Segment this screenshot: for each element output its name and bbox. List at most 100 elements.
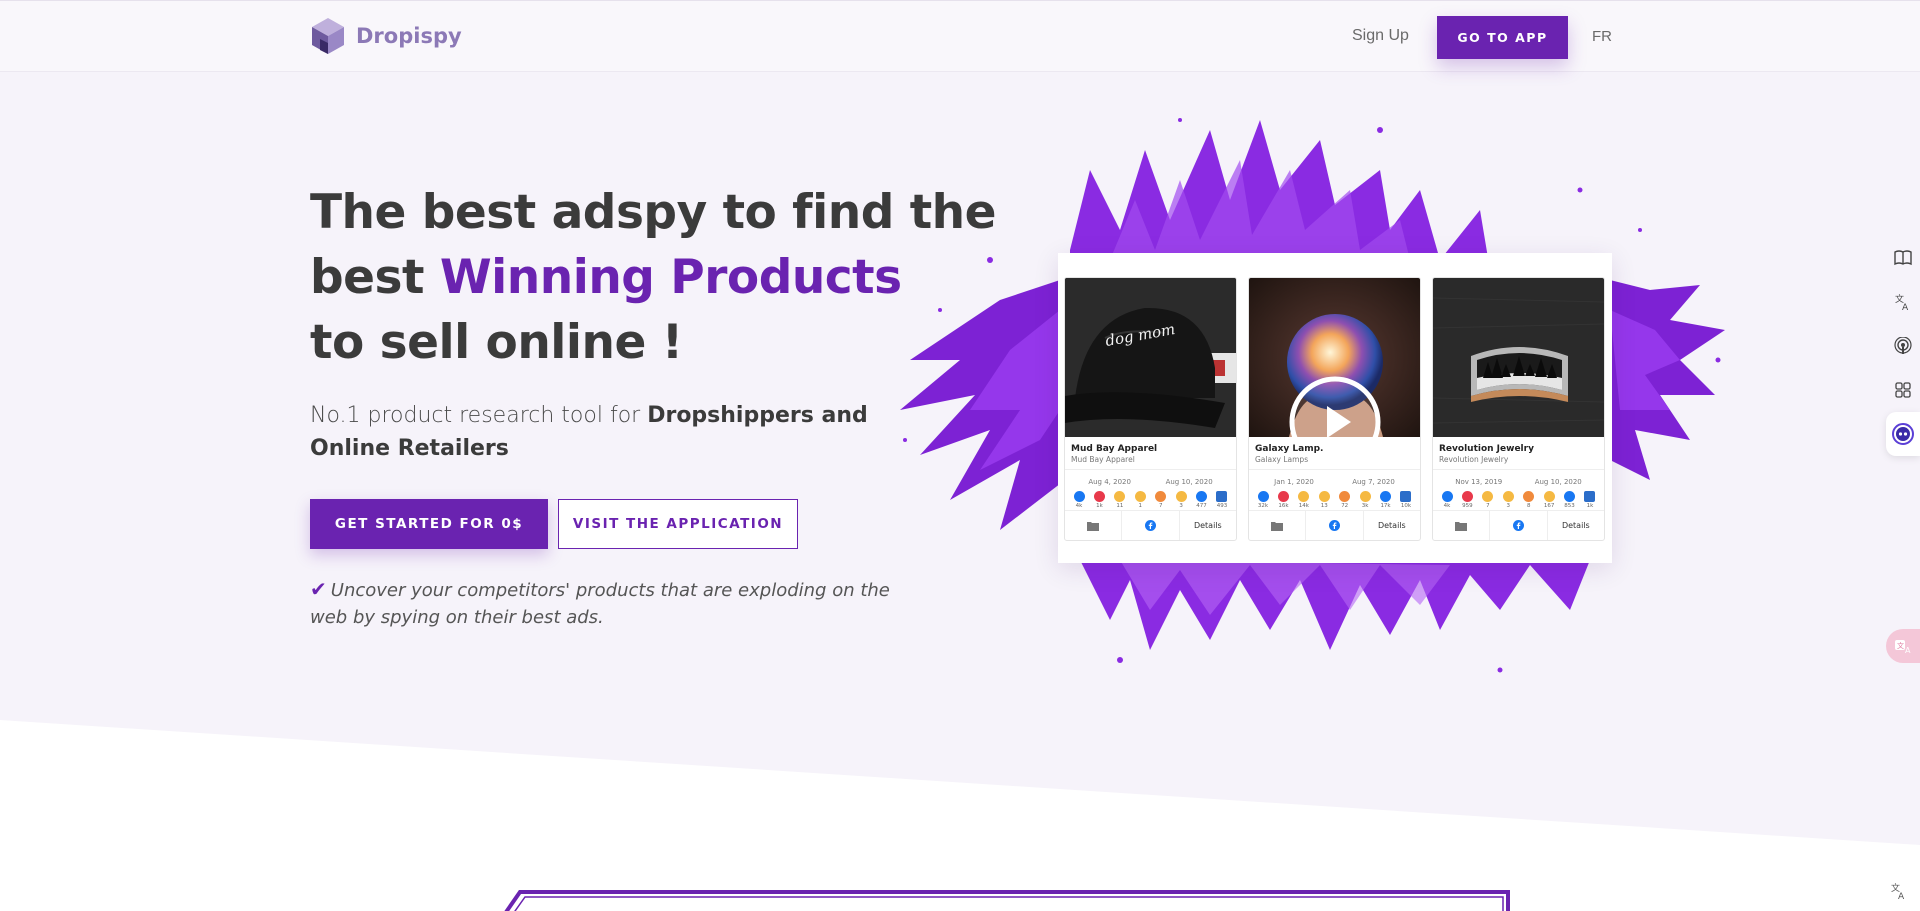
hero-subtitle: No.1 product research tool for Dropshipp… xyxy=(310,399,950,465)
card-subtitle: Mud Bay Apparel xyxy=(1071,455,1135,464)
reaction-wow: 3k xyxy=(1359,491,1371,509)
facebook-link[interactable] xyxy=(1122,511,1180,540)
hero-subtitle-prefix: No.1 product research tool for xyxy=(310,403,641,428)
play-video-icon[interactable] xyxy=(1289,376,1381,437)
reaction-count: 11 xyxy=(1116,503,1124,509)
reaction-sad: 13 xyxy=(1318,491,1330,509)
reaction-count: 959 xyxy=(1462,503,1473,509)
sad-icon xyxy=(1502,491,1514,502)
facebook-link[interactable] xyxy=(1490,511,1548,540)
share-icon xyxy=(1196,491,1208,502)
reaction-angry: 8 xyxy=(1523,491,1535,509)
date-start: Jan 1, 2020 xyxy=(1274,478,1314,486)
side-tool-book[interactable] xyxy=(1886,236,1920,280)
details-button[interactable]: Details xyxy=(1180,511,1236,540)
section-divider-shape xyxy=(0,720,1920,911)
reaction-count: 7 xyxy=(1486,503,1490,509)
folder-icon xyxy=(1455,521,1468,531)
reaction-count: 10k xyxy=(1400,503,1412,509)
angry-icon xyxy=(1339,491,1351,502)
reaction-comment: 10k xyxy=(1400,491,1412,509)
details-button[interactable]: Details xyxy=(1364,511,1420,540)
card-actions: Details xyxy=(1065,510,1236,540)
go-to-app-button[interactable]: GO TO APP xyxy=(1437,16,1568,59)
corner-translate-button[interactable]: 文A xyxy=(1890,882,1908,905)
share-icon xyxy=(1380,491,1392,502)
angry-icon xyxy=(1155,491,1167,502)
hero-title-accent: Winning Products xyxy=(439,250,902,305)
signup-link[interactable]: Sign Up xyxy=(1352,27,1409,45)
folder-icon xyxy=(1271,521,1284,531)
floating-translate-button[interactable]: 文A xyxy=(1886,629,1920,663)
product-image xyxy=(1433,278,1604,437)
love-icon xyxy=(1093,491,1105,502)
reaction-share: 17k xyxy=(1380,491,1392,509)
card-dates: Nov 13, 2019 Aug 10, 2020 xyxy=(1433,469,1604,488)
comment-icon xyxy=(1584,491,1596,502)
share-icon xyxy=(1564,491,1576,502)
assistant-icon xyxy=(1892,423,1914,445)
reaction-count: 167 xyxy=(1543,503,1555,509)
side-tool-translate[interactable]: 文A xyxy=(1886,280,1920,324)
ring-image-icon xyxy=(1433,278,1604,437)
card-title: Galaxy Lamp. xyxy=(1255,444,1324,454)
brand-logo[interactable]: Dropispy xyxy=(310,17,462,55)
product-cards-showcase: dog mom Mud Bay Apparel Mud Bay Apparel … xyxy=(1058,253,1612,563)
reaction-sad: 3 xyxy=(1502,491,1514,509)
comment-icon xyxy=(1400,491,1412,502)
side-tool-apps[interactable] xyxy=(1886,368,1920,412)
wow-icon xyxy=(1175,491,1187,502)
product-card[interactable]: dog mom Mud Bay Apparel Mud Bay Apparel … xyxy=(1064,277,1237,541)
love-icon xyxy=(1277,491,1289,502)
save-folder-button[interactable] xyxy=(1433,511,1491,540)
brand-name: Dropispy xyxy=(356,24,462,48)
date-end: Aug 10, 2020 xyxy=(1534,478,1582,486)
language-switch-link[interactable]: FR xyxy=(1592,28,1612,45)
top-navbar: Dropispy Sign Up GO TO APP FR xyxy=(0,0,1920,72)
haha-icon xyxy=(1114,491,1126,502)
reaction-count: 16k xyxy=(1278,503,1289,509)
reaction-like: 4k xyxy=(1441,491,1453,509)
product-card[interactable]: Galaxy Lamp. Galaxy Lamps Jan 1, 2020 Au… xyxy=(1248,277,1421,541)
details-button[interactable]: Details xyxy=(1548,511,1604,540)
hero-note-text: Uncover your competitors' products that … xyxy=(310,580,890,628)
wow-icon xyxy=(1543,491,1555,502)
reaction-haha: 14k xyxy=(1298,491,1310,509)
product-card[interactable]: Revolution Jewelry Revolution Jewelry No… xyxy=(1432,277,1605,541)
reaction-count: 32k xyxy=(1257,503,1269,509)
details-label: Details xyxy=(1561,521,1590,530)
save-folder-button[interactable] xyxy=(1065,511,1123,540)
svg-text:A: A xyxy=(1898,892,1905,900)
card-subtitle: Galaxy Lamps xyxy=(1255,455,1309,464)
reaction-wow: 3 xyxy=(1175,491,1187,509)
card-dates: Aug 4, 2020 Aug 10, 2020 xyxy=(1065,469,1236,488)
facebook-link[interactable] xyxy=(1306,511,1364,540)
reaction-row: 4k 959 7 3 8 167 853 1k xyxy=(1433,488,1604,509)
facebook-icon xyxy=(1328,520,1340,531)
side-tool-assistant[interactable] xyxy=(1886,412,1920,456)
side-tool-podcast[interactable] xyxy=(1886,324,1920,368)
angry-icon xyxy=(1523,491,1535,502)
translate-icon: 文A xyxy=(1895,293,1909,311)
reaction-row: 4k 1k 11 1 7 3 477 493 xyxy=(1065,488,1236,509)
reaction-share: 853 xyxy=(1564,491,1576,509)
svg-text:A: A xyxy=(1905,646,1911,654)
visit-application-button[interactable]: VISIT THE APPLICATION xyxy=(558,499,798,549)
browser-side-toolbar: 文A xyxy=(1886,236,1920,456)
date-start: Nov 13, 2019 xyxy=(1455,478,1503,486)
book-icon xyxy=(1894,250,1912,266)
reaction-haha: 11 xyxy=(1114,491,1126,509)
reaction-count: 477 xyxy=(1196,503,1207,509)
get-started-button[interactable]: GET STARTED FOR 0$ xyxy=(310,499,548,549)
like-icon xyxy=(1257,491,1269,502)
reaction-like: 32k xyxy=(1257,491,1269,509)
reaction-count: 3k xyxy=(1361,503,1369,509)
folder-icon xyxy=(1087,521,1100,531)
card-subtitle: Revolution Jewelry xyxy=(1439,455,1509,464)
wow-icon xyxy=(1359,491,1371,502)
reaction-count: 3 xyxy=(1179,503,1183,509)
save-folder-button[interactable] xyxy=(1249,511,1307,540)
svg-text:文: 文 xyxy=(1897,641,1904,650)
comment-icon xyxy=(1216,491,1228,502)
apps-icon xyxy=(1895,382,1911,398)
